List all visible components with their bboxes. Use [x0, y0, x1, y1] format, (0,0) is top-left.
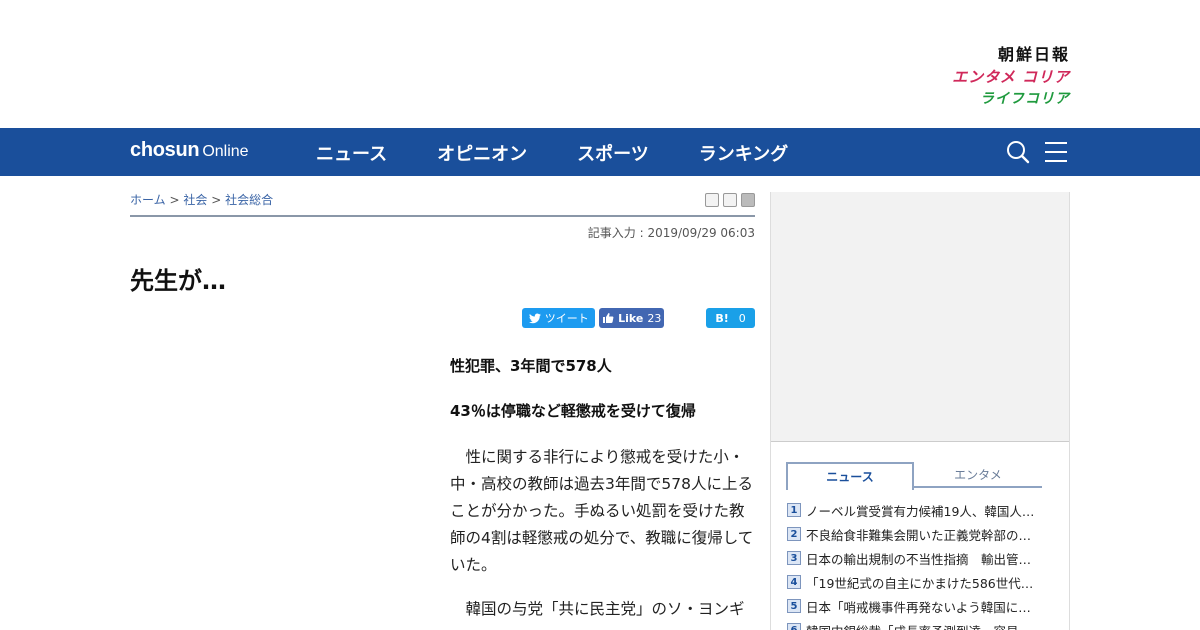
nav-item-opinion[interactable]: オピニオン — [437, 140, 527, 166]
ad-slot — [771, 192, 1069, 442]
breadcrumb-separator: > — [211, 193, 222, 207]
rank-number: 4 — [787, 575, 801, 589]
thumbs-up-icon — [603, 313, 614, 323]
rank-headline: ノーベル賞受賞有力候補19人、韓国人… — [806, 503, 1035, 519]
breadcrumb-separator: > — [169, 193, 180, 207]
article-body: 性犯罪、3年間で578人 43％は停職など軽懲戒を受けて復帰 性に関する非行によ… — [450, 354, 755, 596]
facebook-like-button[interactable]: Like 23 — [599, 308, 665, 328]
nav-menu: ニュース オピニオン スポーツ ランキング — [316, 140, 788, 166]
print-icon[interactable] — [705, 193, 719, 207]
article: ホーム > 社会 > 社会総合 記事入力 : 2019/09/29 06:03 … — [130, 176, 755, 618]
font-size-icon[interactable] — [723, 193, 737, 207]
main-nav: chosun Online ニュース オピニオン スポーツ ランキング — [0, 128, 1200, 176]
ranking-item[interactable]: 3 日本の輸出規制の不当性指摘 輸出管… — [787, 546, 1047, 570]
nav-item-sports[interactable]: スポーツ — [577, 140, 649, 166]
subheading: 性犯罪、3年間で578人 — [450, 357, 612, 375]
paragraph: 性に関する非行により懲戒を受けた小・中・高校の教師は過去3年間で578人に上るこ… — [450, 448, 754, 574]
tweet-button[interactable]: ツイート — [522, 308, 596, 328]
rank-number: 3 — [787, 551, 801, 565]
partner-logos: 朝鮮日報 エンタメ コリア ライフコリア — [952, 44, 1070, 110]
breadcrumb-row: ホーム > 社会 > 社会総合 — [130, 176, 755, 217]
nav-icons — [1006, 140, 1068, 164]
breadcrumb: ホーム > 社会 > 社会総合 — [130, 191, 273, 208]
rank-number: 1 — [787, 503, 801, 517]
article-title: 先生が… — [130, 267, 226, 295]
rank-number: 6 — [787, 623, 801, 630]
nav-item-ranking[interactable]: ランキング — [699, 140, 788, 166]
brand-light: Online — [202, 143, 249, 160]
tweet-label: ツイート — [544, 312, 589, 325]
tab-news[interactable]: ニュース — [786, 462, 914, 490]
breadcrumb-home[interactable]: ホーム — [130, 193, 166, 207]
hatena-count: 0 — [738, 311, 746, 325]
article-tools — [705, 193, 755, 207]
menu-icon[interactable] — [1044, 140, 1068, 164]
brand-bold: chosun — [130, 139, 200, 161]
rank-headline: 韓国中銀総裁「成長率予測到達 容易… — [806, 621, 1031, 630]
life-korea-logo[interactable]: ライフコリア — [952, 88, 1070, 110]
rank-number: 2 — [787, 527, 801, 541]
ranking-item[interactable]: 5 日本「哨戒機事件再発ないよう韓国に… — [787, 594, 1047, 618]
ranking-item[interactable]: 6 韓国中銀総裁「成長率予測到達 容易… — [787, 618, 1047, 630]
search-icon[interactable] — [1006, 140, 1030, 164]
rank-number: 5 — [787, 599, 801, 613]
hatena-bookmark-button[interactable]: B! 0 — [706, 308, 755, 328]
like-label: Like — [618, 311, 644, 325]
rank-headline: 日本「哨戒機事件再発ないよう韓国に… — [806, 599, 1031, 615]
entame-korea-logo[interactable]: エンタメ コリア — [952, 66, 1070, 88]
share-buttons: ツイート Like 23 B! 0 — [522, 308, 755, 328]
like-count: 23 — [647, 311, 662, 325]
ranking-item[interactable]: 1 ノーベル賞受賞有力候補19人、韓国人… — [787, 498, 1047, 522]
nav-item-news[interactable]: ニュース — [316, 140, 387, 166]
tab-entame[interactable]: エンタメ — [914, 462, 1042, 488]
paragraph: 韓国の与党「共に民主党」のソ・ヨンギ — [465, 600, 745, 618]
ranking-list: 1 ノーベル賞受賞有力候補19人、韓国人… 2 不良給食非難集会開いた正義党幹部の…… — [787, 498, 1047, 630]
sidebar: ニュース エンタメ 1 ノーベル賞受賞有力候補19人、韓国人… 2 不良給食非難集会… — [770, 192, 1070, 630]
chosun-ilbo-logo[interactable]: 朝鮮日報 — [952, 44, 1070, 66]
ranking-tabs: ニュース エンタメ — [786, 462, 1042, 490]
site-header: 朝鮮日報 エンタメ コリア ライフコリア — [0, 0, 1200, 128]
rank-headline: 「19世紀式の自主にかまけた586世代… — [806, 575, 1034, 591]
twitter-icon — [528, 312, 541, 323]
breadcrumb-society-general[interactable]: 社会総合 — [225, 193, 273, 207]
ranking-item[interactable]: 4 「19世紀式の自主にかまけた586世代… — [787, 570, 1047, 594]
rank-headline: 日本の輸出規制の不当性指摘 輸出管… — [806, 551, 1032, 567]
breadcrumb-society[interactable]: 社会 — [183, 193, 207, 207]
subheading: 43％は停職など軽懲戒を受けて復帰 — [450, 402, 696, 420]
chosun-online-logo[interactable]: chosun Online — [130, 139, 249, 162]
rank-headline: 不良給食非難集会開いた正義党幹部の… — [806, 527, 1032, 543]
article-date: 記事入力 : 2019/09/29 06:03 — [587, 226, 755, 240]
back-icon[interactable] — [741, 193, 755, 207]
ranking-item[interactable]: 2 不良給食非難集会開いた正義党幹部の… — [787, 522, 1047, 546]
hatena-label: B! — [715, 311, 729, 325]
